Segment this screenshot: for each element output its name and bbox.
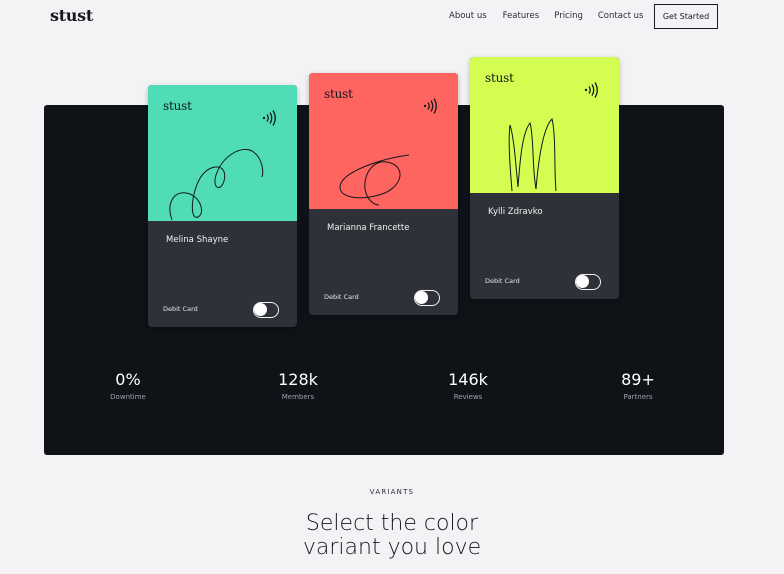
section-headline: Select the color variant you love: [0, 512, 784, 560]
card-holder-name: Marianna Francette: [327, 223, 410, 233]
stat-label: Reviews: [453, 393, 483, 401]
contactless-icon: [584, 82, 598, 98]
stat-reviews: 146k Reviews: [423, 370, 513, 401]
card-toggle[interactable]: [575, 274, 601, 290]
card-toggle[interactable]: [414, 290, 440, 306]
nav-pricing[interactable]: Pricing: [554, 11, 583, 21]
toggle-knob: [415, 291, 428, 304]
card-kylli[interactable]: stust Kylli Zdravko Debit Card: [470, 57, 619, 299]
card-details: Kylli Zdravko Debit Card: [470, 193, 619, 299]
stat-label: Partners: [623, 393, 653, 401]
headline-line-1: Select the color: [305, 511, 479, 536]
card-face: stust: [148, 85, 297, 221]
card-toggle[interactable]: [253, 302, 279, 318]
get-started-button[interactable]: Get Started: [654, 4, 718, 29]
stat-label: Members: [281, 393, 315, 401]
stat-value: 89+: [621, 370, 655, 389]
nav-features[interactable]: Features: [503, 11, 540, 21]
card-holder-name: Melina Shayne: [166, 235, 229, 245]
card-type: Debit Card: [485, 277, 520, 285]
headline-line-2: variant you love: [302, 535, 482, 560]
main-nav: About us Features Pricing Contact us: [449, 11, 657, 21]
stat-value: 146k: [448, 370, 488, 389]
card-brand: stust: [324, 87, 353, 101]
contactless-icon: [262, 110, 276, 126]
toggle-knob: [254, 303, 267, 316]
stat-label: Downtime: [110, 393, 146, 401]
card-details: Marianna Francette Debit Card: [309, 209, 458, 315]
stat-partners: 89+ Partners: [593, 370, 683, 401]
site-logo[interactable]: stust: [50, 6, 93, 25]
card-type: Debit Card: [324, 293, 359, 301]
card-marianna[interactable]: stust Marianna Francette Debit Card: [309, 73, 458, 315]
card-melina[interactable]: stust Melina Shayne Debit Card: [148, 85, 297, 327]
card-face: stust: [470, 57, 619, 193]
stat-members: 128k Members: [253, 370, 343, 401]
section-eyebrow: VARIANTS: [369, 488, 415, 496]
card-face: stust: [309, 73, 458, 209]
card-brand: stust: [163, 99, 192, 113]
nav-contact-us[interactable]: Contact us: [598, 11, 644, 21]
card-type: Debit Card: [163, 305, 198, 313]
card-holder-name: Kylli Zdravko: [488, 207, 543, 217]
card-brand: stust: [485, 71, 514, 85]
stat-downtime: 0% Downtime: [83, 370, 173, 401]
nav-about-us[interactable]: About us: [449, 11, 487, 21]
stat-value: 128k: [278, 370, 318, 389]
toggle-knob: [576, 275, 589, 288]
card-details: Melina Shayne Debit Card: [148, 221, 297, 327]
stat-value: 0%: [115, 370, 141, 389]
contactless-icon: [423, 98, 437, 114]
